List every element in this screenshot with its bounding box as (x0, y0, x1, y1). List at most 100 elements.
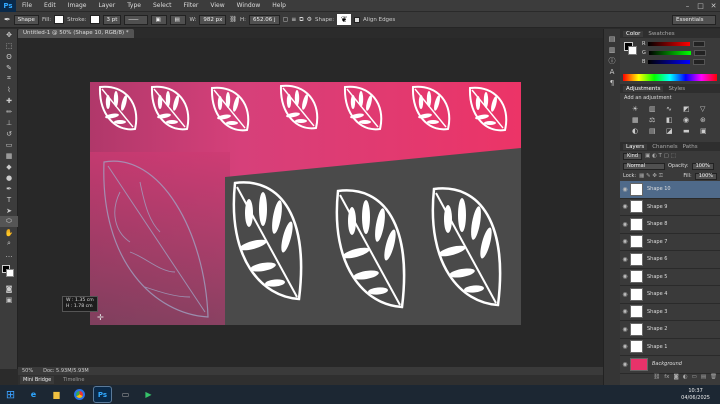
stroke-width-input[interactable]: 3 pt (102, 14, 122, 25)
kind-filter-select[interactable]: Kind (623, 152, 643, 160)
properties-icon[interactable]: ▥ (604, 44, 620, 55)
visibility-eye-icon[interactable]: ◉ (620, 273, 630, 280)
hand-icon[interactable]: ✋ (0, 227, 18, 238)
menu-image[interactable]: Image (62, 2, 93, 9)
character-icon[interactable]: A (604, 66, 620, 77)
fill-swatch[interactable] (54, 15, 65, 24)
visibility-eye-icon[interactable]: ◉ (620, 308, 630, 315)
fx-icon[interactable]: fx (664, 374, 669, 383)
tab-color[interactable]: Color (623, 30, 644, 37)
brightness-icon[interactable]: ☀ (632, 105, 644, 113)
menu-file[interactable]: File (16, 2, 38, 9)
visibility-eye-icon[interactable]: ◉ (620, 291, 630, 298)
group-icon[interactable]: ▭ (692, 374, 697, 383)
type-icon[interactable]: T (0, 194, 18, 205)
screen-mode-icon[interactable]: ▣ (0, 294, 18, 305)
menu-type[interactable]: Type (121, 2, 147, 9)
menu-help[interactable]: Help (266, 2, 292, 9)
layer-row[interactable]: ◉ Shape 10 (620, 181, 720, 199)
color-balance-icon[interactable]: ⚖ (649, 116, 661, 124)
layer-row[interactable]: ◉ Shape 9 (620, 199, 720, 216)
blend-mode-select[interactable]: Normal (623, 162, 665, 170)
doc-info[interactable]: Doc: 5.93M/5.93M (43, 368, 89, 374)
trash-icon[interactable]: 🗑 (710, 374, 717, 383)
link-layers-icon[interactable]: ⛓ (653, 374, 660, 383)
visibility-eye-icon[interactable]: ◉ (620, 186, 630, 193)
visibility-eye-icon[interactable]: ◉ (620, 256, 630, 263)
brush-icon[interactable]: ✏ (0, 106, 18, 117)
tab-styles[interactable]: Styles (668, 86, 685, 92)
file-explorer-icon[interactable]: ▆ (48, 387, 65, 402)
history-brush-icon[interactable]: ↺ (0, 128, 18, 139)
curves-icon[interactable]: ∿ (666, 105, 678, 113)
quick-mask-icon[interactable]: ◙ (0, 283, 18, 294)
visibility-eye-icon[interactable]: ◉ (620, 361, 630, 368)
info-icon[interactable]: ⓘ (604, 55, 620, 66)
taskbar-app-icon[interactable]: ▭ (117, 387, 134, 402)
stroke-cap-select[interactable]: ▤ (170, 14, 187, 25)
width-input[interactable]: 982 px (199, 14, 227, 25)
maximize-icon[interactable]: □ (694, 2, 707, 10)
zoom-level[interactable]: 50% (22, 368, 33, 374)
g-slider[interactable] (648, 51, 691, 55)
layer-row[interactable]: ◉ Shape 4 (620, 286, 720, 304)
color-swatches[interactable] (0, 263, 17, 283)
zoom-icon[interactable]: ⌕ (0, 238, 18, 249)
stamp-icon[interactable]: ⊥ (0, 117, 18, 128)
tab-mini-bridge[interactable]: Mini Bridge (20, 376, 55, 384)
stroke-align-select[interactable]: ▣ (151, 14, 168, 25)
bg-color-chip[interactable] (628, 46, 637, 55)
channel-mixer-icon[interactable]: ⊛ (700, 116, 712, 124)
tab-layers[interactable]: Layers (623, 143, 648, 150)
eraser-icon[interactable]: ▭ (0, 139, 18, 150)
layer-row[interactable]: ◉ Shape 2 (620, 321, 720, 339)
posterize-icon[interactable]: ▤ (649, 127, 661, 135)
opacity-input[interactable]: 100% (691, 162, 714, 170)
visibility-eye-icon[interactable]: ◉ (620, 203, 630, 210)
mask-icon[interactable]: ◙ (673, 374, 678, 383)
path-select-icon[interactable]: ➤ (0, 205, 18, 216)
path-align-icon[interactable]: ≡ (291, 16, 296, 23)
document-tab[interactable]: Untitled-1 @ 50% (Shape 10, RGB/8) * (18, 29, 134, 38)
layer-row[interactable]: ◉ Shape 1 (620, 339, 720, 356)
chrome-icon[interactable] (71, 387, 88, 402)
menu-select[interactable]: Select (147, 2, 178, 9)
history-icon[interactable]: ▤ (604, 33, 620, 44)
lasso-icon[interactable]: ʘ (0, 51, 18, 62)
shape-icon[interactable]: ⬭ (0, 216, 18, 227)
taskbar-photoshop-icon[interactable]: Ps (93, 386, 112, 403)
menu-edit[interactable]: Edit (38, 2, 62, 9)
threshold-icon[interactable]: ◪ (666, 127, 678, 135)
exposure-icon[interactable]: ◩ (683, 105, 695, 113)
link-icon[interactable]: ⛓ (229, 16, 237, 23)
layer-row[interactable]: ◉ Shape 5 (620, 269, 720, 286)
adjustment-layer-icon[interactable]: ◐ (683, 374, 688, 383)
start-button-icon[interactable]: ⊞ (2, 387, 19, 402)
ie-icon[interactable]: e (25, 387, 42, 402)
r-slider[interactable] (648, 42, 691, 46)
marquee-icon[interactable]: ⬚ (0, 40, 18, 51)
blur-icon[interactable]: ◆ (0, 161, 18, 172)
more-tools-icon[interactable]: … (0, 249, 18, 260)
new-layer-icon[interactable]: ▤ (701, 374, 706, 383)
tab-channels[interactable]: Channels (652, 144, 677, 150)
visibility-eye-icon[interactable]: ◉ (620, 221, 630, 228)
paragraph-icon[interactable]: ¶ (604, 77, 620, 88)
minimize-icon[interactable]: – (681, 2, 694, 10)
g-value[interactable] (693, 50, 706, 56)
pen-icon[interactable]: ✒ (0, 183, 18, 194)
filter-icons[interactable]: ▣ ◐ T ▢ ⬚ (645, 153, 676, 159)
background-color[interactable] (6, 269, 14, 277)
tab-timeline[interactable]: Timeline (60, 376, 87, 384)
gradient-icon[interactable]: ▦ (0, 150, 18, 161)
menu-layer[interactable]: Layer (92, 2, 121, 9)
close-icon[interactable]: ✕ (707, 2, 720, 10)
move-icon[interactable]: ✥ (0, 29, 18, 40)
photo-filter-icon[interactable]: ◉ (683, 116, 695, 124)
shape-picker[interactable]: ❦ (337, 14, 352, 25)
levels-icon[interactable]: ▥ (649, 105, 661, 113)
quick-select-icon[interactable]: ✎ (0, 62, 18, 73)
fill-input[interactable]: 100% (694, 172, 717, 180)
gradient-map-icon[interactable]: ▬ (683, 127, 695, 135)
invert-icon[interactable]: ◐ (632, 127, 644, 135)
